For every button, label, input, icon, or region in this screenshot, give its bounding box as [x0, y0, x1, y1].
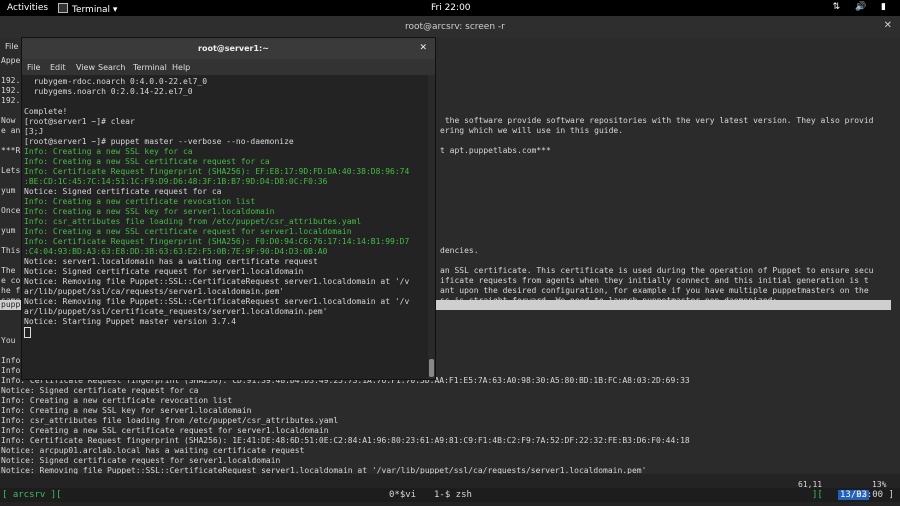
terminal-line: [3;J: [24, 127, 43, 137]
terminal-menubar: File Edit View Search Terminal Help: [22, 59, 435, 75]
terminal-line: [root@server1 ~]# puppet master --verbos…: [24, 137, 294, 147]
screen-status-bar: [ arcsrv ][ 0*$vi 1-$ zsh ][ 13/03 22:00…: [0, 488, 900, 502]
terminal-line: dencies.: [440, 246, 479, 256]
terminal-titlebar[interactable]: root@server1:~ ✕: [22, 38, 435, 59]
terminal-line: Info: Creating a new certificate revocat…: [24, 197, 255, 207]
terminal-line: :C4:04:93:BD:A3:63:E8:DD:3B:63:63:E2:F5:…: [24, 247, 327, 257]
terminal-line: ant upon the desired configuration, for …: [440, 286, 869, 296]
terminal-line: Appe: [1, 56, 20, 66]
terminal-line: ***R: [1, 146, 20, 156]
terminal-line: Info: Creating a new SSL certificate req…: [1, 426, 329, 436]
terminal-icon: [58, 3, 68, 13]
terminal-line: Once: [1, 206, 20, 216]
app-name: Terminal: [72, 5, 110, 15]
terminal-line: Notice: Signed certificate request for c…: [1, 386, 198, 396]
activities-button[interactable]: Activities: [7, 3, 48, 13]
terminal-line: yum: [1, 186, 15, 196]
terminal-line: Info: Certificate Request fingerprint (S…: [1, 436, 690, 446]
system-tray[interactable]: ⇅ 🔊 ▮: [833, 2, 892, 12]
terminal-line: :BE:CD:1C:45:7C:14:51:1C:F9:D9:D6:48:3F:…: [24, 177, 327, 187]
terminal-line: This: [1, 246, 20, 256]
terminal-line: Notice: Signed certificate request for s…: [1, 456, 280, 466]
background-window-titlebar[interactable]: root@arcsrv: screen -r ✕: [0, 16, 900, 39]
clock[interactable]: Fri 22:00: [431, 3, 471, 13]
terminal-line: Notice: Signed certificate request for s…: [24, 267, 303, 277]
terminal-line: 192.: [1, 96, 20, 106]
foreground-terminal-window[interactable]: root@server1:~ ✕ File Edit View Search T…: [22, 38, 435, 379]
close-icon[interactable]: ✕: [884, 20, 892, 31]
screen-time: 22:00 ]: [856, 490, 894, 500]
terminal-line: e co: [1, 276, 20, 286]
top-bar: Activities Terminal ▾ Fri 22:00 ⇅ 🔊 ▮: [0, 0, 900, 16]
terminal-line: Now: [1, 116, 15, 126]
terminal-line: an SSL certificate. This certificate is …: [440, 266, 873, 276]
terminal-line: Lets: [1, 166, 20, 176]
menu-file[interactable]: File: [27, 63, 40, 72]
terminal-line: The: [1, 266, 15, 276]
terminal-line: Info: [1, 366, 20, 376]
terminal-line: [root@server1 ~]# clear: [24, 117, 135, 127]
highlight-text: pupp: [1, 300, 20, 310]
terminal-title: root@server1:~: [198, 44, 269, 53]
terminal-line: Info: csr_attributes file loading from /…: [1, 416, 338, 426]
terminal-line: e an: [1, 126, 20, 136]
terminal-line: the software provide software repositori…: [440, 116, 873, 126]
terminal-line: Notice: arcpup01.arclab.local has a wait…: [1, 446, 304, 456]
screen-window-1: 1-$ zsh: [434, 490, 472, 500]
terminal-line: 192.: [1, 86, 20, 96]
terminal-line: 192.: [1, 76, 20, 86]
terminal-line: Notice: Signed certificate request for c…: [24, 187, 221, 197]
terminal-line: Info: Creating a new SSL key for server1…: [24, 207, 274, 217]
terminal-line: Info: Creating a new SSL certificate req…: [24, 157, 270, 167]
terminal-scrollbar[interactable]: [428, 75, 435, 379]
terminal-line: Info: csr_attributes file loading from /…: [24, 217, 361, 227]
menu-file[interactable]: File: [5, 42, 18, 51]
menu-help[interactable]: Help: [172, 63, 190, 72]
terminal-line: Notice: Removing file Puppet::SSL::Certi…: [24, 297, 409, 307]
terminal-cursor: [24, 327, 31, 340]
close-icon[interactable]: ✕: [419, 43, 427, 53]
terminal-line: Info: Creating a new certificate revocat…: [1, 396, 232, 406]
background-scrollbar[interactable]: [890, 56, 900, 490]
terminal-line: Info: Certificate Request fingerprint (S…: [24, 237, 409, 247]
terminal-line: t apt.puppetlabs.com***: [440, 146, 551, 156]
screen-host: [ arcsrv ][: [2, 490, 62, 500]
terminal-line: rubygems.noarch 0:2.0.14-22.el7_0: [24, 87, 193, 97]
menu-search[interactable]: Search: [98, 63, 125, 72]
background-window-title: root@arcsrv: screen -r: [405, 22, 505, 32]
terminal-line: rubygem-rdoc.noarch 0:4.0.0-22.el7_0: [24, 77, 207, 87]
terminal-line: Info: [1, 356, 20, 366]
terminal-line: Info: Creating a new SSL key for server1…: [1, 406, 251, 416]
terminal-line: ificate requests from agents when they i…: [440, 276, 869, 286]
screen-bracket: ][: [812, 490, 823, 500]
app-menu[interactable]: Terminal ▾: [58, 3, 117, 15]
terminal-line: ar/lib/puppet/ssl/ca/requests/server1.lo…: [24, 287, 284, 297]
terminal-line: he f: [1, 286, 20, 296]
menu-terminal[interactable]: Terminal: [133, 63, 167, 72]
chevron-down-icon: ▾: [113, 5, 118, 15]
terminal-line: yum: [1, 226, 15, 236]
terminal-line: ar/lib/puppet/ssl/certificate_requests/s…: [24, 307, 327, 317]
terminal-line: Notice: Starting Puppet master version 3…: [24, 317, 236, 327]
terminal-line: ering which we will use in this guide.: [440, 126, 623, 136]
screen-window-0: 0*$vi: [389, 490, 416, 500]
terminal-line: Info: Creating a new SSL key for ca: [24, 147, 193, 157]
menu-edit[interactable]: Edit: [50, 63, 66, 72]
menu-view[interactable]: View: [76, 63, 95, 72]
terminal-line: Notice: server1.localdomain has a waitin…: [24, 257, 318, 267]
terminal-output[interactable]: rubygem-rdoc.noarch 0:4.0.0-22.el7_0 rub…: [22, 75, 428, 379]
terminal-line: Notice: Removing file Puppet::SSL::Certi…: [24, 277, 409, 287]
terminal-line: Info: Creating a new SSL certificate req…: [24, 227, 352, 237]
terminal-line: Complete!: [24, 107, 67, 117]
scrollbar-thumb[interactable]: [429, 359, 434, 377]
terminal-line: You: [1, 336, 15, 346]
terminal-line: Info: Certificate Request fingerprint (S…: [24, 167, 409, 177]
